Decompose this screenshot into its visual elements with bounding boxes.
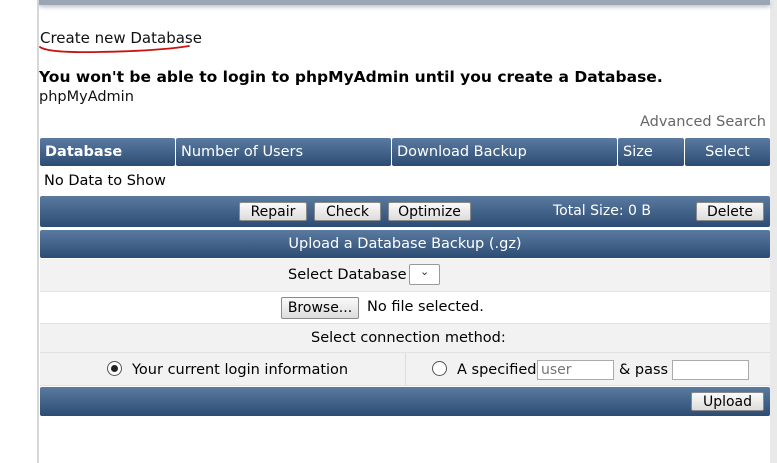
no-file-text: No file selected. (367, 299, 484, 315)
options-divider (405, 353, 406, 385)
red-underline-annotation (39, 45, 190, 54)
column-header-select[interactable]: Select (685, 138, 770, 166)
repair-button[interactable]: Repair (239, 202, 307, 221)
phpmyadmin-link[interactable]: phpMyAdmin (39, 89, 134, 105)
chevron-down-icon: ⌄ (420, 265, 430, 278)
select-database-label: Select Database (288, 267, 407, 283)
browse-button[interactable]: Browse... (281, 297, 359, 319)
user-input[interactable] (537, 360, 614, 380)
check-button[interactable]: Check (314, 202, 381, 221)
column-header-backup[interactable]: Download Backup (392, 138, 617, 166)
advanced-search-link[interactable]: Advanced Search (640, 114, 766, 130)
delete-button[interactable]: Delete (696, 202, 764, 221)
top-shadow-bar (39, 0, 770, 5)
upload-footer-bar (40, 387, 770, 416)
optimize-button[interactable]: Optimize (388, 202, 471, 221)
column-header-size[interactable]: Size (618, 138, 684, 166)
select-database-dropdown[interactable]: ⌄ (409, 264, 440, 285)
specified-login-label: A specified (457, 362, 537, 378)
radio-specified-login[interactable] (432, 361, 447, 376)
empty-table-message: No Data to Show (44, 173, 166, 189)
radio-current-login[interactable] (107, 361, 122, 376)
column-header-users[interactable]: Number of Users (176, 138, 391, 166)
upload-button[interactable]: Upload (691, 392, 764, 411)
page-right-border (770, 0, 777, 463)
pass-label: & pass (619, 362, 669, 378)
column-header-database[interactable]: Database (40, 138, 175, 166)
pass-input[interactable] (672, 360, 749, 380)
connection-method-label: Select connection method: (311, 330, 506, 346)
current-login-label: Your current login information (132, 362, 349, 378)
upload-section-header: Upload a Database Backup (.gz) (40, 230, 770, 258)
warning-message: You won't be able to login to phpMyAdmin… (39, 68, 663, 86)
total-size-text: Total Size: 0 B (553, 203, 652, 219)
